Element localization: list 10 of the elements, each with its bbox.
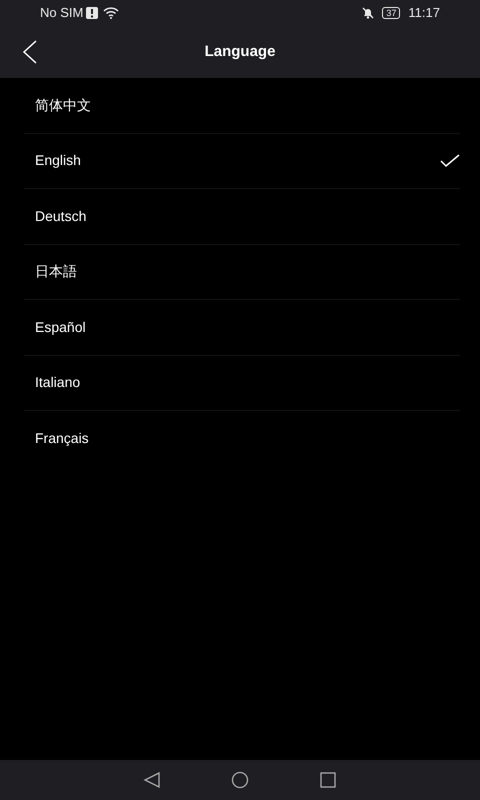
sim-alert-icon	[86, 7, 98, 19]
bell-off-icon	[362, 7, 374, 19]
battery-icon: 37	[382, 7, 400, 19]
carrier-text: No SIM	[40, 4, 84, 22]
recents-button[interactable]	[319, 771, 337, 789]
clock-text: 11:17	[408, 4, 440, 22]
home-button[interactable]	[231, 771, 249, 789]
wifi-icon	[103, 7, 120, 19]
back-nav-button[interactable]	[143, 771, 161, 789]
page-title: Language	[204, 42, 276, 62]
